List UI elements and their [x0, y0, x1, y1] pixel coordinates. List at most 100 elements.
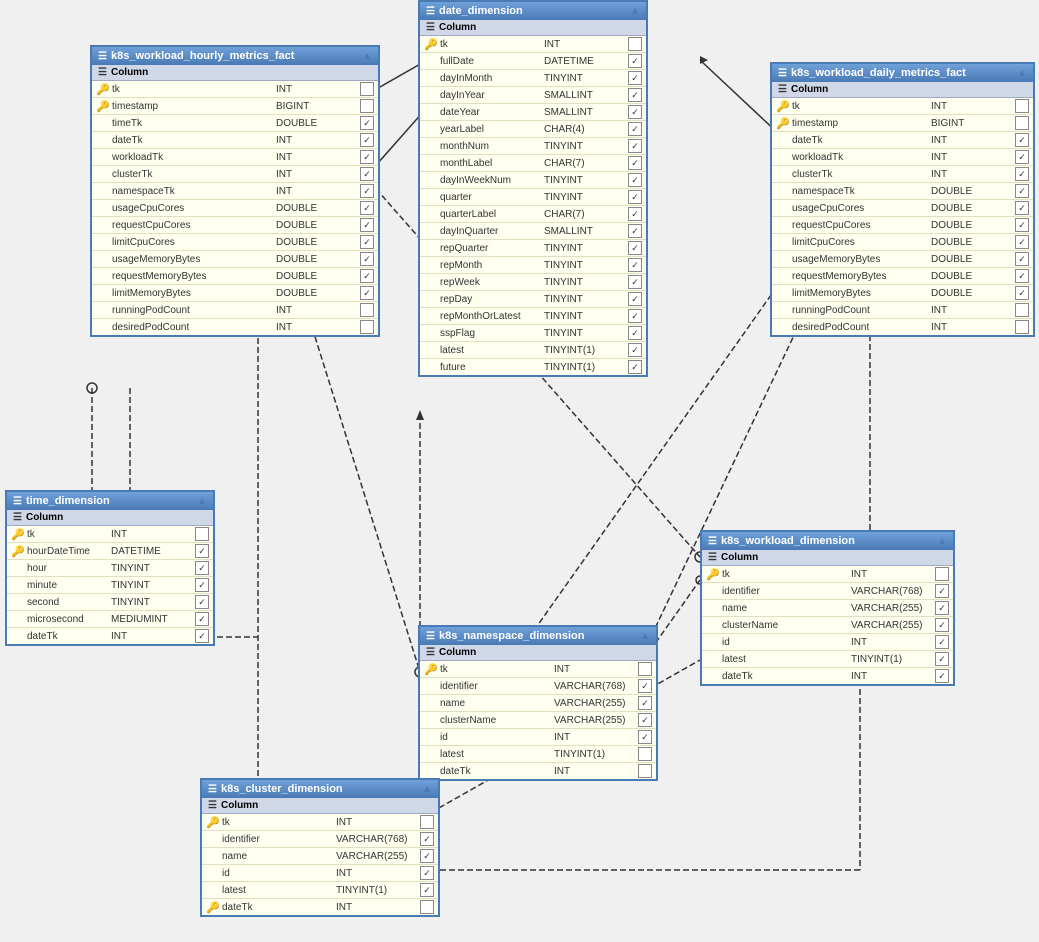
table-row: limitMemoryBytes DOUBLE — [772, 285, 1033, 302]
table-header-k8s-daily[interactable]: ☰ k8s_workload_daily_metrics_fact ▲ — [772, 64, 1033, 82]
col-name: usageCpuCores — [792, 203, 931, 214]
table-header-cluster-dim[interactable]: ☰ k8s_cluster_dimension ▲ — [202, 780, 438, 798]
table-row: usageCpuCores DOUBLE — [772, 200, 1033, 217]
table-row: 🔑 tk INT — [420, 661, 656, 678]
col-check — [628, 275, 642, 289]
col-check — [1015, 320, 1029, 334]
col-name: dayInYear — [440, 90, 544, 101]
table-row: identifier VARCHAR(768) — [202, 831, 438, 848]
table-row: dateTk INT — [420, 763, 656, 779]
col-check — [420, 866, 434, 880]
col-name: tk — [222, 817, 336, 828]
col-type: TINYINT — [544, 328, 624, 339]
col-check — [420, 832, 434, 846]
col-check — [420, 900, 434, 914]
table-row: limitCpuCores DOUBLE — [92, 234, 378, 251]
scroll-up-arrow[interactable]: ▲ — [1013, 68, 1027, 79]
col-check — [935, 567, 949, 581]
col-type: INT — [276, 84, 356, 95]
col-type: TINYINT(1) — [544, 362, 624, 373]
db-header-icon: ☰ — [778, 68, 787, 79]
col-type: SMALLINT — [544, 107, 624, 118]
col-name: repMonthOrLatest — [440, 311, 544, 322]
col-type: DOUBLE — [931, 237, 1011, 248]
subheader-icon: ☰ — [13, 512, 22, 523]
col-name: requestMemoryBytes — [112, 271, 276, 282]
col-check — [195, 629, 209, 643]
table-row: latest TINYINT(1) — [420, 746, 656, 763]
table-header-k8s-hourly[interactable]: ☰ k8s_workload_hourly_metrics_fact ▲ — [92, 47, 378, 65]
table-row: quarter TINYINT — [420, 189, 646, 206]
table-row: 🔑 tk INT — [202, 814, 438, 831]
table-row: requestCpuCores DOUBLE — [92, 217, 378, 234]
table-header-time[interactable]: ☰ time_dimension ▲ — [7, 492, 213, 510]
col-check — [638, 662, 652, 676]
col-type: CHAR(7) — [544, 209, 624, 220]
col-type: DOUBLE — [276, 203, 356, 214]
col-check — [360, 286, 374, 300]
col-name: usageMemoryBytes — [112, 254, 276, 265]
table-row: repWeek TINYINT — [420, 274, 646, 291]
key-icon: 🔑 — [206, 816, 220, 829]
col-name: latest — [440, 345, 544, 356]
col-check — [195, 544, 209, 558]
key-icon: 🔑 — [206, 901, 220, 914]
table-row: 🔑 timestamp BIGINT — [772, 115, 1033, 132]
table-header-date-dimension[interactable]: ☰ date_dimension ▲ — [420, 2, 646, 20]
scroll-up-arrow[interactable]: ▲ — [193, 496, 207, 507]
col-name: repWeek — [440, 277, 544, 288]
col-check — [1015, 99, 1029, 113]
table-row: 🔑 tk INT — [420, 36, 646, 53]
col-type: INT — [931, 169, 1011, 180]
col-name: latest — [440, 749, 554, 760]
col-type: INT — [276, 169, 356, 180]
table-k8s-hourly: ☰ k8s_workload_hourly_metrics_fact ▲ ☰ C… — [90, 45, 380, 337]
table-header-workload-dim[interactable]: ☰ k8s_workload_dimension ▲ — [702, 532, 953, 550]
col-check — [1015, 303, 1029, 317]
col-check — [628, 241, 642, 255]
table-row: identifier VARCHAR(768) — [420, 678, 656, 695]
col-check — [360, 235, 374, 249]
scroll-up-arrow[interactable]: ▲ — [933, 536, 947, 547]
col-check — [1015, 235, 1029, 249]
col-type: DOUBLE — [276, 237, 356, 248]
col-check — [935, 669, 949, 683]
table-row: workloadTk INT — [772, 149, 1033, 166]
table-row: second TINYINT — [7, 594, 213, 611]
col-name: latest — [222, 885, 336, 896]
scroll-up-arrow[interactable]: ▲ — [418, 784, 432, 795]
diagram-canvas: ☰ date_dimension ▲ ☰ Column 🔑 tk INT ful… — [0, 0, 1039, 942]
col-check — [935, 652, 949, 666]
col-name: hour — [27, 563, 111, 574]
col-check — [638, 679, 652, 693]
col-name: clusterName — [722, 620, 851, 631]
col-name: timeTk — [112, 118, 276, 129]
col-type: DOUBLE — [931, 186, 1011, 197]
subheader-icon: ☰ — [426, 22, 435, 33]
col-name: dateTk — [440, 766, 554, 777]
col-type: CHAR(4) — [544, 124, 624, 135]
key-icon: 🔑 — [424, 663, 438, 676]
col-name: dayInQuarter — [440, 226, 544, 237]
col-name: fullDate — [440, 56, 544, 67]
subheader-label: Column — [791, 84, 828, 95]
table-row: namespaceTk INT — [92, 183, 378, 200]
scroll-up-arrow[interactable]: ▲ — [358, 51, 372, 62]
scroll-up-arrow[interactable]: ▲ — [636, 631, 650, 642]
subheader-icon: ☰ — [426, 647, 435, 658]
col-type: MEDIUMINT — [111, 614, 191, 625]
table-header-namespace-dim[interactable]: ☰ k8s_namespace_dimension ▲ — [420, 627, 656, 645]
scroll-up-arrow[interactable]: ▲ — [626, 6, 640, 17]
col-name: namespaceTk — [792, 186, 931, 197]
col-name: minute — [27, 580, 111, 591]
table-row: monthNum TINYINT — [420, 138, 646, 155]
table-row: name VARCHAR(255) — [420, 695, 656, 712]
table-row: id INT — [202, 865, 438, 882]
table-row: requestCpuCores DOUBLE — [772, 217, 1033, 234]
col-check — [628, 105, 642, 119]
col-name: tk — [27, 529, 111, 540]
col-name: sspFlag — [440, 328, 544, 339]
col-name: second — [27, 597, 111, 608]
col-check — [360, 150, 374, 164]
col-name: monthNum — [440, 141, 544, 152]
